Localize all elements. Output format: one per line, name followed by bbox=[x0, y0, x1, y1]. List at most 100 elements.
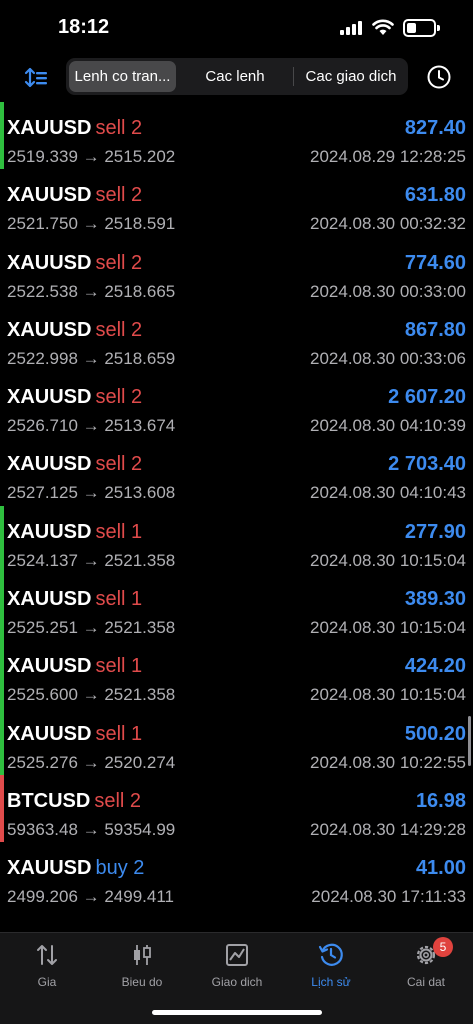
toolbar: Lenh co tran... Cac lenh Cac giao dich bbox=[0, 58, 473, 98]
trade-row[interactable]: XAUUSD sell 2 2521.750 → 2518.591 631.80 202… bbox=[0, 169, 473, 236]
status-bar-marker bbox=[0, 842, 4, 909]
tab-history[interactable]: Lịch sử bbox=[284, 941, 378, 993]
tab-quotes[interactable]: Gia bbox=[0, 941, 94, 993]
symbol-name: XAUUSD bbox=[7, 453, 92, 476]
trade-side: sell 1 bbox=[95, 520, 143, 543]
trade-symbol: XAUUSD sell 2 bbox=[7, 252, 142, 275]
cellular-signal-icon bbox=[340, 21, 362, 35]
trade-symbol: XAUUSD sell 2 bbox=[7, 319, 142, 342]
clock-icon[interactable] bbox=[426, 64, 452, 90]
trade-prices: 2522.538 → 2518.665 bbox=[7, 281, 176, 301]
segment-positions[interactable]: Lenh co tran... bbox=[69, 61, 176, 92]
trade-profit: 2 607.20 bbox=[388, 386, 466, 409]
trade-prices: 2525.276 → 2520.274 bbox=[7, 752, 176, 772]
trade-profit: 16.98 bbox=[415, 789, 466, 812]
tab-label: Cai dat bbox=[406, 975, 446, 989]
tab-chart[interactable]: Bieu do bbox=[95, 941, 189, 993]
sort-icon[interactable] bbox=[22, 64, 50, 92]
status-bar-marker bbox=[0, 505, 4, 574]
trade-profit: 424.20 bbox=[404, 655, 466, 678]
tab-label: Bieu do bbox=[121, 975, 163, 989]
trade-symbol: BTCUSD sell 2 bbox=[7, 790, 141, 813]
status-time: 18:12 bbox=[58, 16, 110, 38]
status-bar-marker bbox=[0, 640, 4, 708]
trade-prices: 2526.710 → 2513.674 bbox=[7, 416, 176, 436]
trade-row[interactable]: BTCUSD sell 2 59363.48 → 59354.99 16.98 2024… bbox=[0, 774, 473, 843]
scroll-indicator[interactable] bbox=[468, 716, 471, 766]
trade-chart-icon bbox=[226, 944, 248, 966]
symbol-name: XAUUSD bbox=[7, 655, 92, 678]
wifi-icon bbox=[372, 19, 394, 35]
trade-side: sell 1 bbox=[95, 722, 143, 745]
symbol-name: XAUUSD bbox=[7, 386, 92, 409]
trade-side: sell 2 bbox=[95, 318, 143, 341]
tab-label: Gia bbox=[37, 975, 57, 989]
status-bar-marker bbox=[0, 371, 4, 438]
trade-prices: 2522.998 → 2518.659 bbox=[7, 348, 176, 368]
trade-prices: 59363.48 → 59354.99 bbox=[7, 819, 176, 839]
trade-prices: 2525.251 → 2521.358 bbox=[7, 618, 176, 638]
trade-prices: 2525.600 → 2521.358 bbox=[7, 685, 176, 705]
trade-profit: 867.80 bbox=[404, 318, 466, 341]
symbol-name: BTCUSD bbox=[7, 789, 91, 812]
status-bar-marker bbox=[0, 774, 4, 843]
trade-prices: 2519.339 → 2515.202 bbox=[7, 147, 176, 166]
trade-row[interactable]: XAUUSD sell 2 2527.125 → 2513.608 2 703.40 2… bbox=[0, 438, 473, 505]
notification-badge: 5 bbox=[433, 937, 453, 957]
tab-settings[interactable]: 5 Cai dat bbox=[379, 937, 473, 993]
trade-time: 2024.08.30 10:22:55 bbox=[310, 752, 466, 772]
trade-row[interactable]: XAUUSD sell 2 2522.998 → 2518.659 867.80 202… bbox=[0, 304, 473, 371]
trade-row[interactable]: XAUUSD buy 2 2499.206 → 2499.411 41.00 2024.… bbox=[0, 842, 473, 909]
status-bar-marker bbox=[0, 707, 4, 775]
trade-profit: 41.00 bbox=[415, 857, 466, 880]
trade-time: 2024.08.30 00:33:06 bbox=[310, 348, 466, 368]
segmented-control: Lenh co tran... Cac lenh Cac giao dich bbox=[66, 58, 408, 95]
tab-label: Lịch sử bbox=[311, 975, 351, 989]
trade-row[interactable]: XAUUSD sell 1 2525.251 → 2521.358 389.30 202… bbox=[0, 573, 473, 641]
trade-profit: 389.30 bbox=[404, 588, 466, 611]
trade-row[interactable]: XAUUSD sell 2 2522.538 → 2518.665 774.60 202… bbox=[0, 237, 473, 304]
trade-symbol: XAUUSD sell 2 bbox=[7, 117, 142, 140]
trade-side: sell 2 bbox=[95, 251, 143, 274]
tab-trade[interactable]: Giao dich bbox=[190, 941, 284, 993]
trade-profit: 500.20 bbox=[404, 722, 466, 745]
symbol-name: XAUUSD bbox=[7, 722, 92, 745]
trade-symbol: XAUUSD sell 1 bbox=[7, 588, 142, 611]
trade-row[interactable]: XAUUSD sell 1 2524.137 → 2521.358 277.90 202… bbox=[0, 505, 473, 574]
trade-time: 2024.08.30 10:15:04 bbox=[310, 550, 466, 570]
trade-side: sell 2 bbox=[95, 453, 143, 476]
trade-row[interactable]: XAUUSD sell 1 2525.600 → 2521.358 424.20 202… bbox=[0, 640, 473, 708]
trade-side: sell 2 bbox=[95, 386, 143, 409]
segment-orders[interactable]: Cac lenh bbox=[180, 61, 290, 92]
trade-prices: 2521.750 → 2518.591 bbox=[7, 214, 176, 234]
trade-profit: 631.80 bbox=[404, 184, 466, 207]
trade-list[interactable]: XAUUSD sell 2 2519.339 → 2515.202 827.40 202… bbox=[0, 102, 473, 932]
trade-symbol: XAUUSD sell 2 bbox=[7, 453, 142, 476]
status-bar-marker bbox=[0, 237, 4, 304]
segment-deals[interactable]: Cac giao dich bbox=[296, 61, 406, 92]
trade-symbol: XAUUSD sell 1 bbox=[7, 723, 142, 746]
trade-profit: 2 703.40 bbox=[388, 453, 466, 476]
trade-row[interactable]: XAUUSD sell 2 2519.339 → 2515.202 827.40 202… bbox=[0, 102, 473, 170]
home-indicator[interactable] bbox=[152, 1010, 322, 1015]
status-bar-marker bbox=[0, 304, 4, 371]
tab-label: Giao dich bbox=[211, 975, 263, 989]
trade-symbol: XAUUSD sell 1 bbox=[7, 655, 142, 678]
trade-time: 2024.08.30 00:33:00 bbox=[310, 281, 466, 301]
trade-time: 2024.08.29 12:28:25 bbox=[310, 147, 466, 166]
trade-time: 2024.08.30 00:32:32 bbox=[310, 214, 466, 234]
trade-row[interactable]: XAUUSD sell 2 2526.710 → 2513.674 2 607.20 2… bbox=[0, 371, 473, 438]
status-bar-marker bbox=[0, 102, 4, 170]
symbol-name: XAUUSD bbox=[7, 318, 92, 341]
trade-time: 2024.08.30 14:29:28 bbox=[310, 819, 466, 839]
arrows-updown-icon bbox=[37, 945, 57, 965]
trade-time: 2024.08.30 04:10:39 bbox=[310, 416, 466, 436]
trade-row[interactable]: XAUUSD sell 1 2525.276 → 2520.274 500.20 202… bbox=[0, 707, 473, 775]
symbol-name: XAUUSD bbox=[7, 520, 92, 543]
trade-side: sell 2 bbox=[94, 789, 142, 812]
trade-side: sell 1 bbox=[95, 655, 143, 678]
trade-side: buy 2 bbox=[95, 857, 145, 880]
history-icon bbox=[318, 943, 343, 966]
trade-symbol: XAUUSD sell 1 bbox=[7, 521, 142, 544]
symbol-name: XAUUSD bbox=[7, 184, 92, 207]
